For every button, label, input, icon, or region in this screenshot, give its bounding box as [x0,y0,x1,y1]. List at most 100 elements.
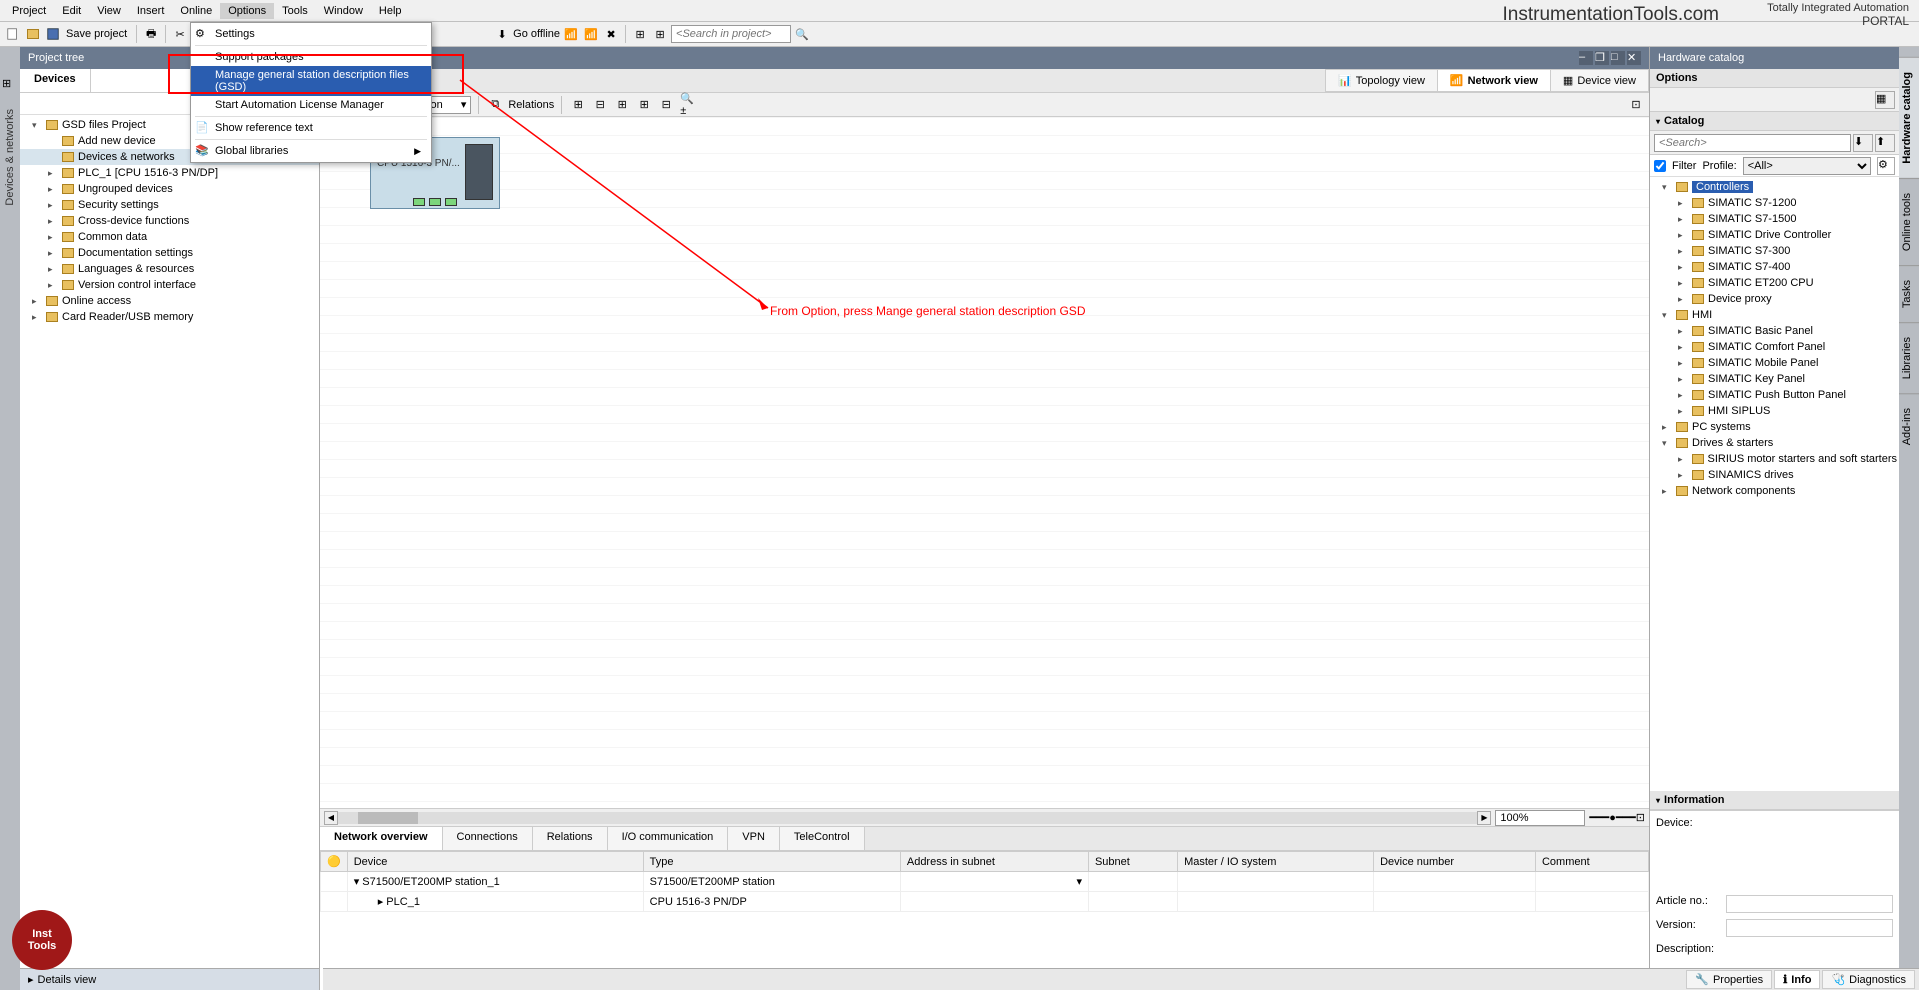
menu-help[interactable]: Help [371,3,410,19]
net-tb-3[interactable]: ⊞ [613,96,631,114]
article-input[interactable] [1726,895,1893,913]
tree-arrow[interactable]: ▸ [48,168,58,179]
details-view-bar[interactable]: ▸ Details view [20,968,319,990]
close-icon[interactable]: ✕ [1627,51,1641,65]
sidetab-tasks[interactable]: Tasks [1899,265,1919,322]
col-master[interactable]: Master / IO system [1178,852,1374,872]
options-btn[interactable]: ▦ [1875,91,1895,109]
hscrollbar[interactable] [338,812,1477,824]
net-tb-1[interactable]: ⊞ [569,96,587,114]
sidetab-addins[interactable]: Add-ins [1899,393,1919,459]
net-tb-right[interactable]: ⊡ [1627,96,1645,114]
tree-arrow[interactable]: ▸ [1678,246,1688,257]
col-address[interactable]: Address in subnet [900,852,1088,872]
save-project-button[interactable]: Save project [64,28,131,40]
zoom-fit-icon[interactable]: 🔍± [679,96,697,114]
menu-item-reference-text[interactable]: 📄Show reference text [191,119,431,137]
relations-icon[interactable]: ⧉ [486,96,504,114]
tab-relations[interactable]: Relations [533,827,608,850]
col-type[interactable]: Type [643,852,900,872]
tree-arrow[interactable]: ▸ [1678,470,1688,481]
tree-item[interactable]: ▸Cross-device functions [20,213,319,229]
table-row[interactable]: ▸ PLC_1 CPU 1516-3 PN/DP [321,892,1649,912]
catalog-item[interactable]: ▾Drives & starters [1650,435,1899,451]
catalog-item[interactable]: ▸Device proxy [1650,291,1899,307]
catalog-tree[interactable]: ▾Controllers▸SIMATIC S7-1200▸SIMATIC S7-… [1650,177,1899,791]
information-header[interactable]: ▾Information [1650,791,1899,810]
tree-arrow[interactable]: ▾ [1662,310,1672,321]
menu-view[interactable]: View [89,3,129,19]
sidetab-libraries[interactable]: Libraries [1899,322,1919,393]
minimize-icon[interactable]: – [1579,51,1593,65]
tree-arrow[interactable]: ▸ [1678,454,1688,465]
tree-arrow[interactable]: ▸ [1678,214,1688,225]
catalog-item[interactable]: ▸SIMATIC Mobile Panel [1650,355,1899,371]
port-1[interactable] [413,198,425,206]
tab-connections[interactable]: Connections [443,827,533,850]
new-project-icon[interactable] [4,25,22,43]
tb-icon-4[interactable]: ⊞ [631,25,649,43]
catalog-item[interactable]: ▸SIMATIC S7-1200 [1650,195,1899,211]
tree-arrow[interactable]: ▸ [1678,390,1688,401]
tree-item[interactable]: ▸Common data [20,229,319,245]
catalog-item[interactable]: ▾Controllers [1650,179,1899,195]
menu-item-settings[interactable]: ⚙Settings [191,25,431,43]
catalog-item[interactable]: ▸SIMATIC ET200 CPU [1650,275,1899,291]
dropdown-icon[interactable]: ▾ [1076,876,1082,888]
tab-network-view[interactable]: 📶Network view [1437,69,1551,92]
scroll-left-icon[interactable]: ◀ [324,811,338,825]
menu-item-manage-gsd[interactable]: Manage general station description files… [191,66,431,96]
tree-arrow[interactable]: ▸ [1678,406,1688,417]
tree-arrow[interactable]: ▾ [32,120,42,131]
menu-tools[interactable]: Tools [274,3,316,19]
net-tb-5[interactable]: ⊟ [657,96,675,114]
tree-arrow[interactable]: ▸ [1678,198,1688,209]
tab-network-overview[interactable]: Network overview [320,827,443,850]
catalog-item[interactable]: ▸SINAMICS drives [1650,467,1899,483]
tree-arrow[interactable]: ▸ [48,264,58,275]
tree-arrow[interactable]: ▸ [1662,486,1672,497]
catalog-item[interactable]: ▸SIMATIC Key Panel [1650,371,1899,387]
info-button[interactable]: ℹInfo [1774,970,1820,989]
relations-button[interactable]: Relations [508,99,554,111]
sidetab-online-tools[interactable]: Online tools [1899,178,1919,265]
row-arrow[interactable]: ▸ [378,896,384,908]
restore-icon[interactable]: ❐ [1595,51,1609,65]
catalog-item[interactable]: ▸SIMATIC S7-1500 [1650,211,1899,227]
table-row[interactable]: ▾ S71500/ET200MP station_1 S71500/ET200M… [321,872,1649,892]
tree-arrow[interactable]: ▸ [1678,278,1688,289]
tree-arrow[interactable]: ▾ [1662,438,1672,449]
tree-arrow[interactable]: ▸ [1678,374,1688,385]
catalog-item[interactable]: ▾HMI [1650,307,1899,323]
catalog-item[interactable]: ▸SIMATIC S7-400 [1650,259,1899,275]
project-search-input[interactable] [671,25,791,43]
devices-tab[interactable]: Devices [20,69,91,92]
tree-arrow[interactable]: ▸ [48,184,58,195]
tree-arrow[interactable]: ▸ [1678,342,1688,353]
tree-item[interactable]: ▸Documentation settings [20,245,319,261]
tb-icon-1[interactable]: 📶 [562,25,580,43]
tree-arrow[interactable]: ▸ [48,248,58,259]
zoom-reset-icon[interactable]: ⊡ [1636,811,1645,824]
tree-arrow[interactable]: ▸ [48,200,58,211]
diagnostics-button[interactable]: 🩺Diagnostics [1822,970,1915,989]
menu-edit[interactable]: Edit [54,3,89,19]
tab-io-comm[interactable]: I/O communication [608,827,729,850]
network-canvas[interactable]: PLC_1 CPU 1516-3 PN/... [320,117,1649,808]
tree-item[interactable]: ▸Online access [20,293,319,309]
tree-item[interactable]: ▸PLC_1 [CPU 1516-3 PN/DP] [20,165,319,181]
catalog-item[interactable]: ▸SIMATIC Push Button Panel [1650,387,1899,403]
go-offline-button[interactable]: Go offline [513,28,560,40]
tb-icon-3[interactable]: ✖ [602,25,620,43]
version-input[interactable] [1726,919,1893,937]
tree-item[interactable]: ▸Card Reader/USB memory [20,309,319,325]
tree-arrow[interactable]: ▸ [48,232,58,243]
filter-checkbox[interactable] [1654,160,1666,172]
maximize-icon[interactable]: □ [1611,51,1625,65]
menu-item-support-packages[interactable]: Support packages [191,48,431,66]
tree-arrow[interactable]: ▸ [1678,262,1688,273]
tab-vpn[interactable]: VPN [728,827,780,850]
row-arrow[interactable]: ▾ [354,876,360,888]
menu-online[interactable]: Online [172,3,220,19]
port-3[interactable] [445,198,457,206]
